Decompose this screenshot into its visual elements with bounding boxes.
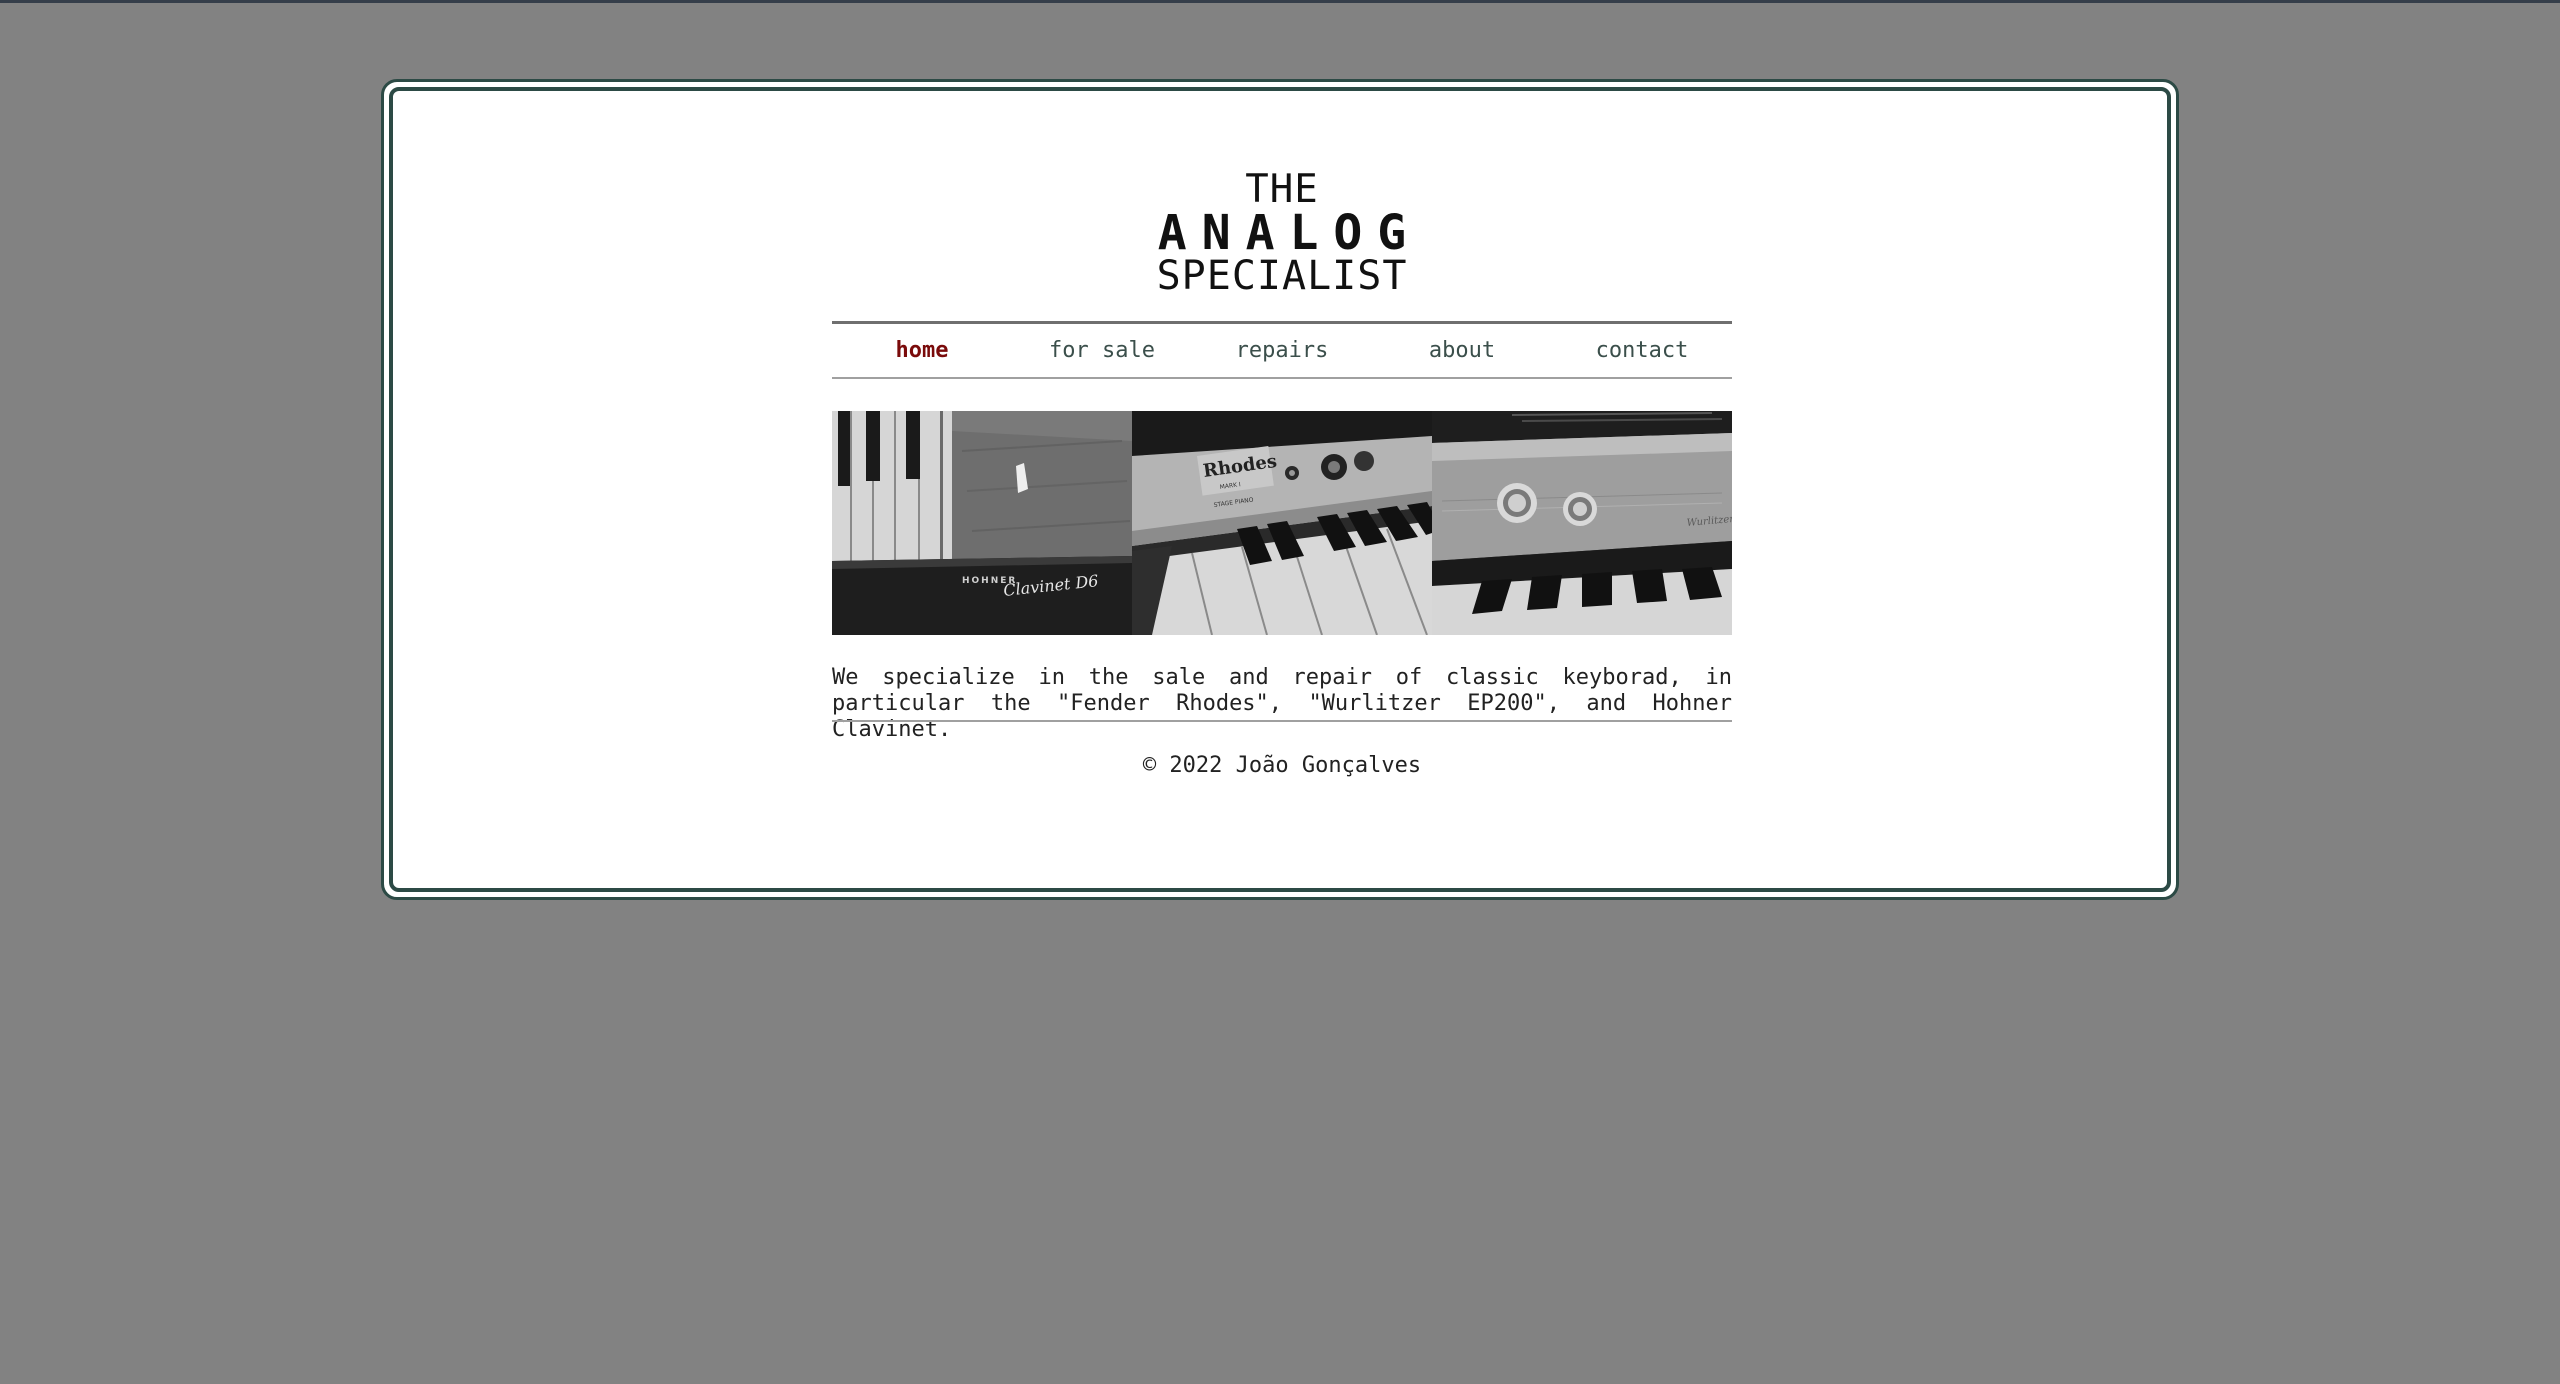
nav-item-contact[interactable]: contact — [1552, 324, 1732, 377]
logo-line-specialist: SPECIALIST — [1156, 253, 1408, 299]
logo-line-analog: ANALOG — [1157, 205, 1422, 261]
page-frame-inner: THE ANALOG SPECIALIST home for sale repa… — [389, 87, 2171, 892]
keyboard-photo-strip: HOHNER Clavinet D6 Rhodes MARK I STAGE P… — [832, 411, 1732, 635]
wurlitzer-photo: Wurlitzer — [1432, 411, 1732, 635]
nav-item-about[interactable]: about — [1372, 324, 1552, 377]
rhodes-photo: Rhodes MARK I STAGE PIANO — [1132, 411, 1432, 635]
nav-item-repairs[interactable]: repairs — [1192, 324, 1372, 377]
main-nav: home for sale repairs about contact — [832, 321, 1732, 379]
clavinet-photo: HOHNER Clavinet D6 — [832, 411, 1132, 635]
nav-item-for-sale[interactable]: for sale — [1012, 324, 1192, 377]
page-frame: THE ANALOG SPECIALIST home for sale repa… — [381, 79, 2179, 900]
nav-item-home[interactable]: home — [832, 324, 1012, 377]
browser-top-strip — [0, 0, 2560, 3]
copyright-footer: © 2022 João Gonçalves — [1142, 753, 1422, 778]
footer-divider — [832, 720, 1732, 722]
site-logo[interactable]: THE ANALOG SPECIALIST — [832, 169, 1732, 299]
intro-paragraph: We specialize in the sale and repair of … — [832, 665, 1732, 742]
